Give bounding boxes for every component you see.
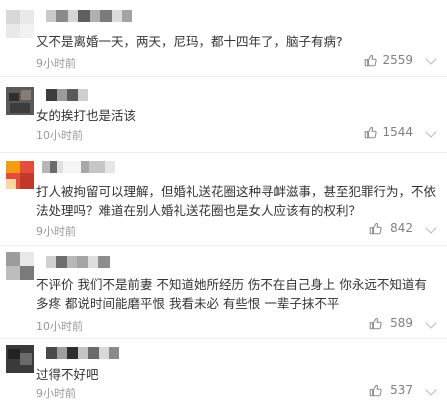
thumbs-up-icon bbox=[365, 126, 378, 138]
like-button[interactable]: 1544 bbox=[364, 125, 413, 139]
avatar[interactable] bbox=[6, 87, 34, 115]
username-pixelated[interactable] bbox=[46, 256, 110, 268]
username-pixelated[interactable] bbox=[46, 89, 88, 101]
like-button[interactable]: 842 bbox=[369, 221, 413, 235]
username-pixelated[interactable] bbox=[46, 347, 119, 359]
like-count: 2559 bbox=[382, 53, 413, 67]
comment-item: 又不是离婚一天，两天，尼玛，都十四年了，脑子有病? 9小时前 2559 bbox=[0, 0, 447, 76]
comment-text: 过得不好吧 bbox=[36, 367, 99, 382]
chevron-down-icon[interactable] bbox=[425, 222, 437, 234]
like-count: 842 bbox=[390, 221, 413, 235]
like-count: 537 bbox=[390, 383, 413, 397]
comment-item: 过得不好吧 9小时前 537 bbox=[0, 339, 447, 407]
thumbs-up-icon bbox=[365, 54, 378, 66]
thumbs-up-icon bbox=[369, 317, 382, 329]
chevron-down-icon[interactable] bbox=[425, 317, 437, 329]
comment-time: 9小时前 bbox=[36, 225, 76, 238]
avatar[interactable] bbox=[6, 10, 34, 38]
comment-item: 不评价 我们不是前妻 不知道她所经历 伤不在自己身上 你永远不知道有多疼 都说时… bbox=[0, 246, 447, 338]
avatar[interactable] bbox=[6, 161, 34, 189]
thumbs-up-icon bbox=[369, 222, 382, 234]
comment-text: 又不是离婚一天，两天，尼玛，都十四年了，脑子有病? bbox=[36, 34, 343, 49]
like-button[interactable]: 537 bbox=[369, 383, 413, 397]
like-count: 1544 bbox=[382, 125, 413, 139]
comment-text: 不评价 我们不是前妻 不知道她所经历 伤不在自己身上 你永远不知道有多疼 都说时… bbox=[36, 277, 427, 311]
comment-text: 女的挨打也是活该 bbox=[36, 108, 137, 123]
like-button[interactable]: 2559 bbox=[364, 53, 413, 67]
username-pixelated[interactable] bbox=[42, 161, 115, 173]
comment-time: 9小时前 bbox=[36, 387, 76, 400]
comment-item: 女的挨打也是活该 10小时前 1544 bbox=[0, 77, 447, 152]
comment-time: 9小时前 bbox=[36, 57, 76, 70]
like-count: 589 bbox=[390, 316, 413, 330]
chevron-down-icon[interactable] bbox=[425, 384, 437, 396]
thumbs-up-icon bbox=[369, 384, 382, 396]
comment-time: 10小时前 bbox=[36, 320, 83, 333]
username-pixelated[interactable] bbox=[46, 10, 132, 22]
chevron-down-icon[interactable] bbox=[425, 126, 437, 138]
like-button[interactable]: 589 bbox=[369, 316, 413, 330]
avatar[interactable] bbox=[6, 252, 34, 280]
comment-time: 10小时前 bbox=[36, 129, 83, 142]
avatar[interactable] bbox=[6, 345, 34, 373]
chevron-down-icon[interactable] bbox=[425, 53, 437, 65]
comment-text: 打人被拘留可以理解，但婚礼送花圈这种寻衅滋事，甚至犯罪行为，不依法处理吗？难道在… bbox=[36, 184, 437, 218]
comment-item: 打人被拘留可以理解，但婚礼送花圈这种寻衅滋事，甚至犯罪行为，不依法处理吗？难道在… bbox=[0, 153, 447, 245]
